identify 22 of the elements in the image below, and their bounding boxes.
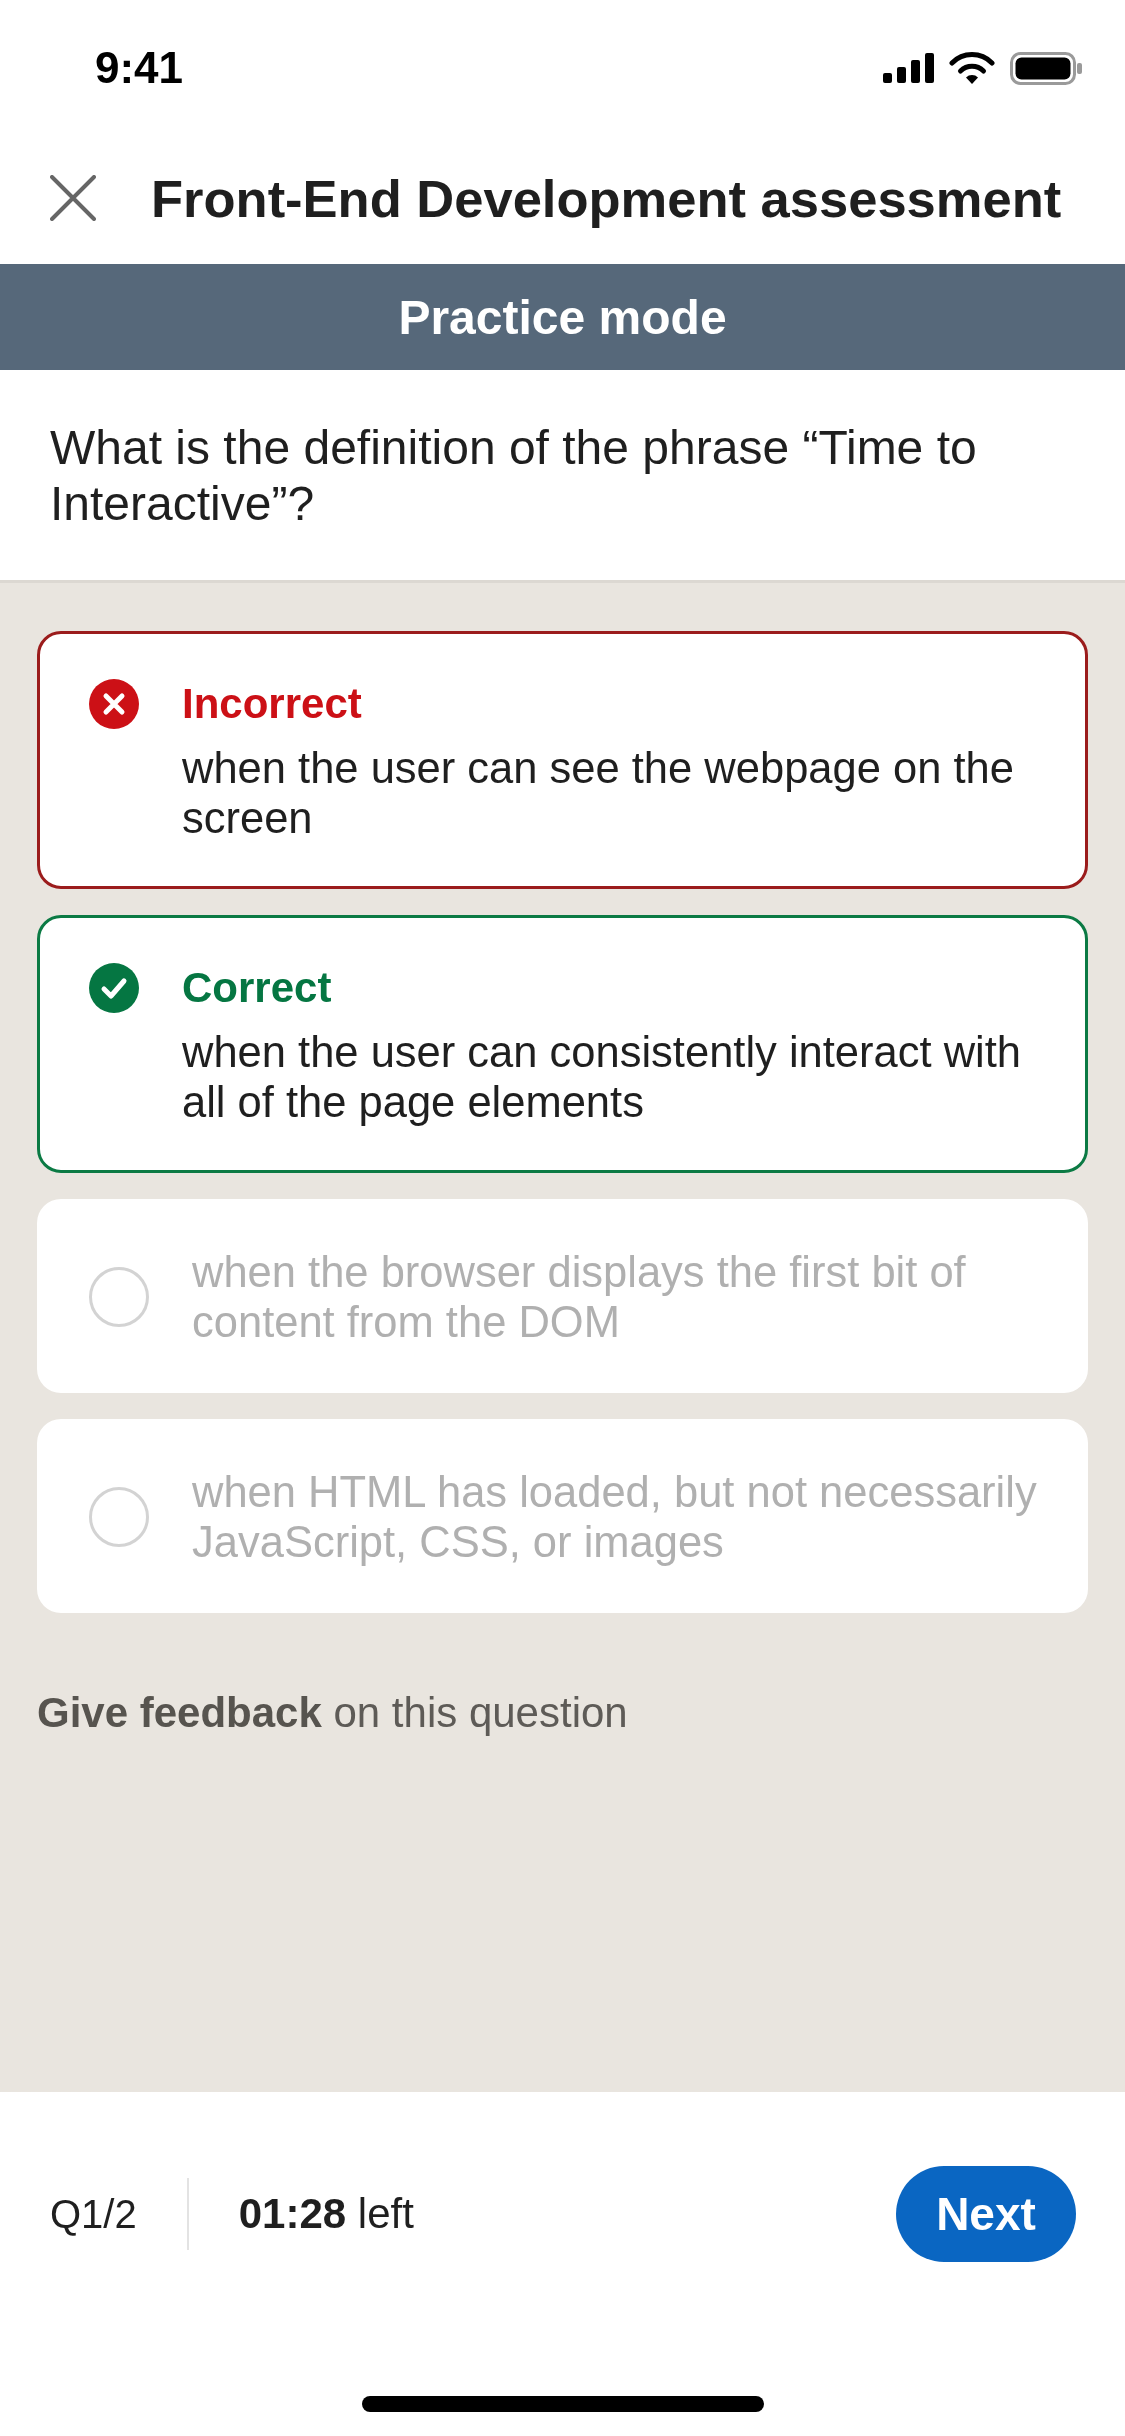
result-label: Incorrect [182, 679, 363, 729]
battery-icon [1010, 51, 1082, 85]
close-icon[interactable] [50, 175, 96, 221]
answer-text: when the user can consistently interact with all of the page elements [182, 1027, 1022, 1127]
next-button[interactable]: Next [896, 2166, 1076, 2262]
answer-option[interactable]: Correct when the user can consistently interact with all of the page elements [37, 915, 1088, 1173]
signal-icon [883, 53, 934, 83]
wifi-icon [949, 51, 995, 85]
answer-text: when the browser displays the first bit of content from the DOM [192, 1247, 967, 1347]
check-circle-icon [89, 963, 139, 1013]
mode-label: Practice mode [398, 289, 727, 345]
answer-text: when the user can see the webpage on the screen [182, 743, 1015, 843]
status-time: 9:41 [95, 46, 184, 90]
time-remaining: 01:28 left [238, 2190, 414, 2238]
question-counter: Q1/2 [50, 2191, 137, 2237]
cross-circle-icon [89, 679, 139, 729]
result-label: Correct [182, 963, 333, 1013]
answer-text: when HTML has loaded, but not necessarily JavaScript, CSS, or images [192, 1467, 1038, 1567]
assessment-title: Front-End Development assessment [151, 167, 1062, 229]
question-text: What is the definition of the phrase “Time to Interactive”? [50, 420, 978, 532]
feedback-prompt[interactable]: Give feedback on this question [37, 1688, 1088, 1738]
answer-option[interactable]: Incorrect when the user can see the webpage on the screen [37, 631, 1088, 889]
